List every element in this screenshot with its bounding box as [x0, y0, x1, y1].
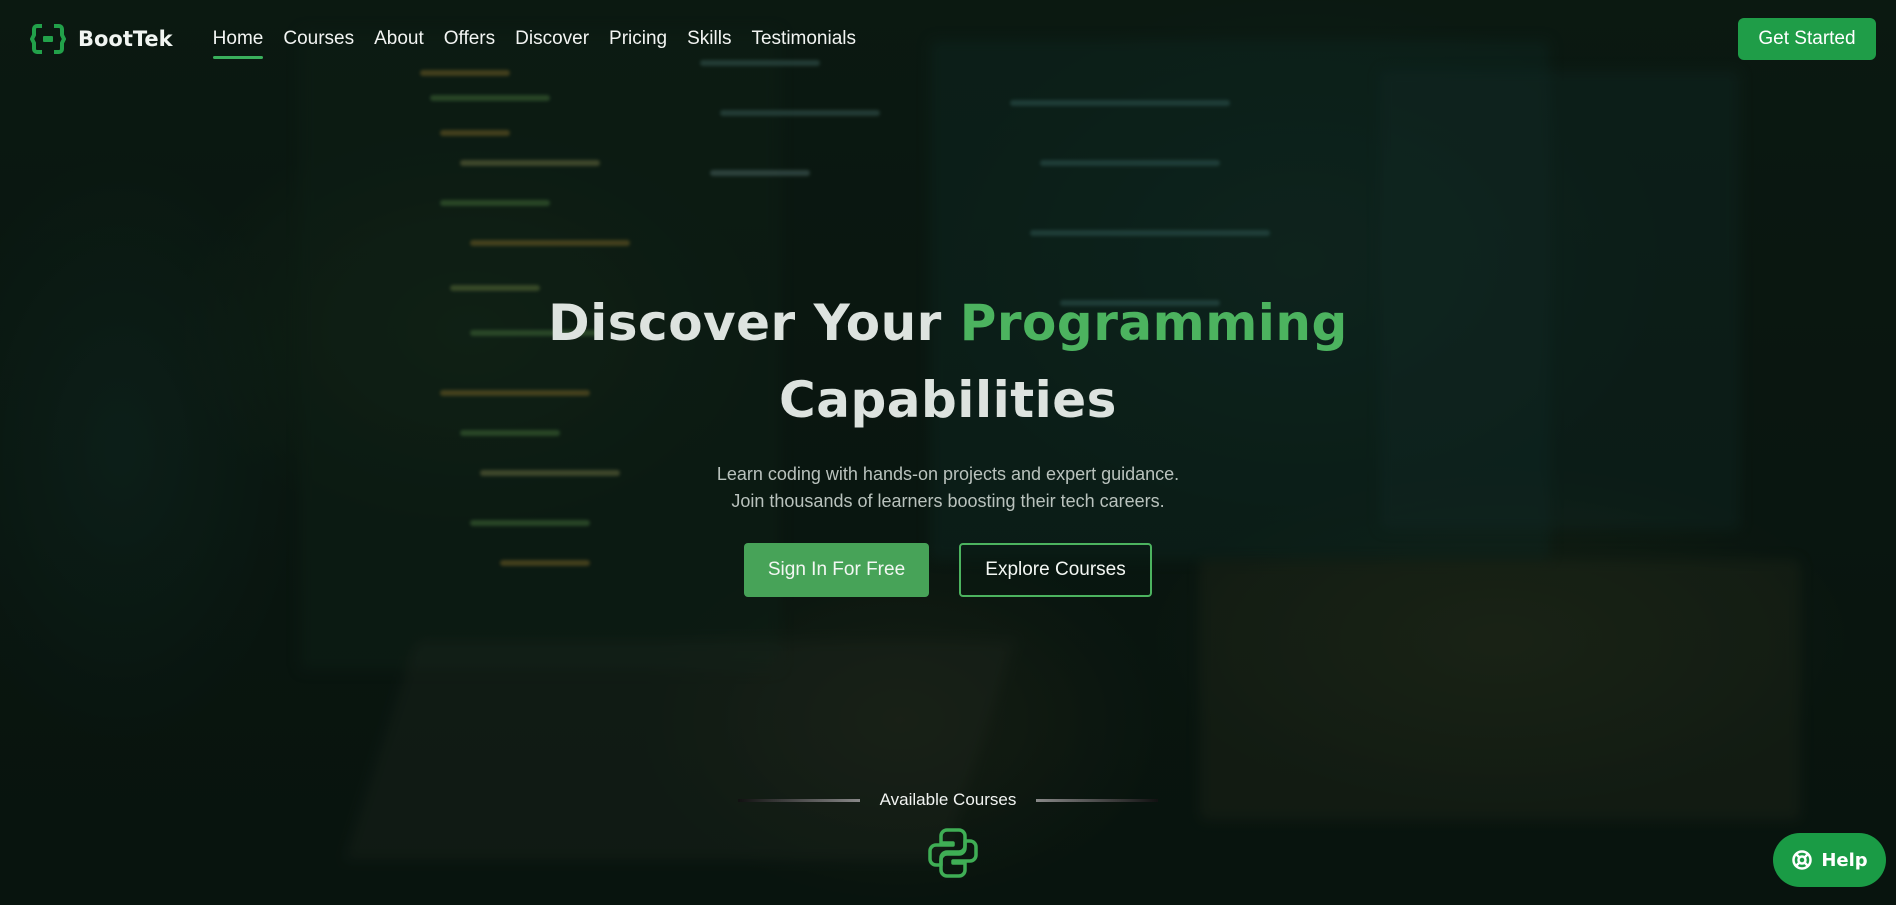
- nav-item-about[interactable]: About: [374, 22, 424, 56]
- nav-item-skills[interactable]: Skills: [687, 22, 731, 56]
- hero-subtitle-line1: Learn coding with hands-on projects and …: [716, 464, 1180, 484]
- hero-subtitle-line2: Join thousands of learners boosting thei…: [731, 491, 1165, 511]
- nav-item-discover[interactable]: Discover: [515, 22, 589, 56]
- nav-item-testimonials[interactable]: Testimonials: [751, 22, 856, 56]
- available-courses-heading: Available Courses: [0, 790, 1896, 810]
- nav-item-home[interactable]: Home: [212, 22, 263, 59]
- python-icon[interactable]: [926, 826, 980, 880]
- hero-actions: Sign In For Free Explore Courses: [0, 543, 1896, 597]
- hero-title: Discover Your Programming Capabilities: [0, 285, 1896, 439]
- lifebuoy-icon: [1792, 850, 1813, 870]
- brand-logo[interactable]: BootTek: [30, 21, 173, 57]
- hero-subtitle: Learn coding with hands-on projects and …: [0, 461, 1896, 515]
- help-label: Help: [1821, 849, 1868, 871]
- hero-title-accent: Programming: [959, 294, 1348, 352]
- get-started-button[interactable]: Get Started: [1738, 18, 1876, 60]
- explore-courses-button[interactable]: Explore Courses: [959, 543, 1152, 597]
- available-courses-label: Available Courses: [879, 790, 1017, 809]
- hero-title-part2: Capabilities: [779, 371, 1117, 429]
- hero-title-part1: Discover Your: [548, 294, 960, 352]
- site-header: BootTek Home Courses About Offers Discov…: [0, 0, 1896, 78]
- nav-item-courses[interactable]: Courses: [283, 22, 354, 56]
- divider-left: [737, 798, 860, 802]
- hero-section: Discover Your Programming Capabilities L…: [0, 285, 1896, 597]
- code-brackets-icon: [30, 24, 66, 54]
- main-nav: Home Courses About Offers Discover Prici…: [212, 22, 856, 59]
- help-button[interactable]: Help: [1773, 833, 1886, 887]
- divider-right: [1036, 798, 1159, 802]
- sign-in-free-button[interactable]: Sign In For Free: [744, 543, 929, 597]
- brand-name: BootTek: [78, 27, 173, 51]
- nav-item-offers[interactable]: Offers: [444, 22, 495, 56]
- nav-item-pricing[interactable]: Pricing: [609, 22, 667, 56]
